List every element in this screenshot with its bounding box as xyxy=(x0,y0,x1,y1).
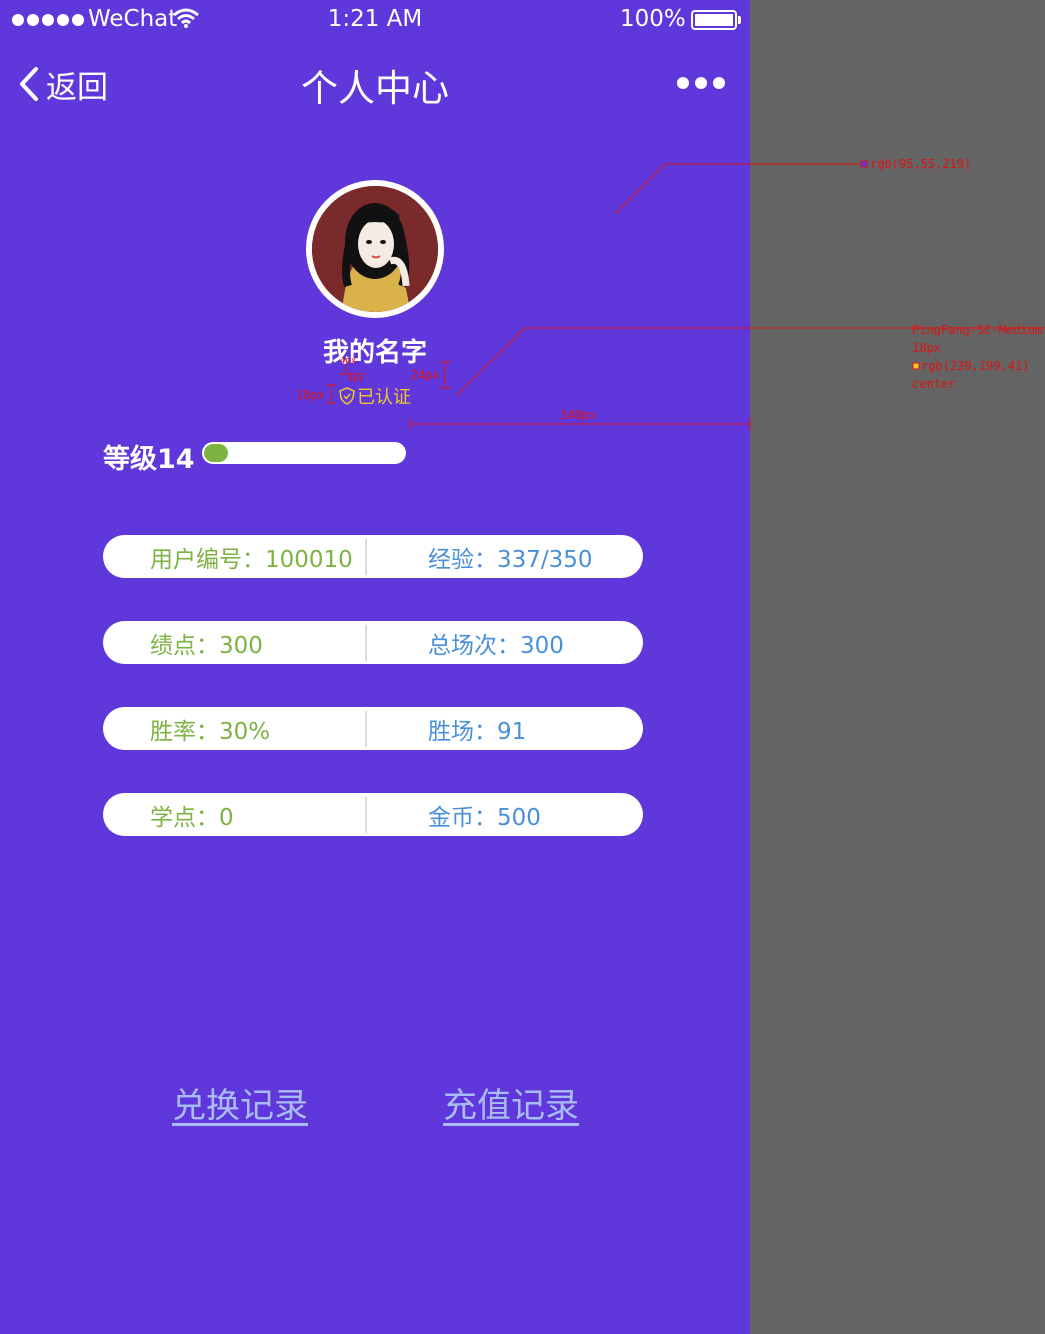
annotation-dim-gap: 24px xyxy=(411,368,440,382)
annotation-dim-small-2: 4px xyxy=(348,374,365,384)
annotation-dim-small-1: 4px xyxy=(340,356,357,366)
annotation-font-name: PingFang-SC-Medium xyxy=(912,323,1043,337)
annotation-font-align: center xyxy=(912,377,956,391)
annotation-lines xyxy=(326,160,1045,430)
annotation-font-color: rgb(239,199,41) xyxy=(921,359,1030,373)
annotation-bg-color: rgb(95,55,219) xyxy=(870,157,972,171)
annotation-dim-width: 340px xyxy=(560,408,597,422)
annotation-dim-icon: 18px xyxy=(296,388,325,402)
annotation-font-size: 18px xyxy=(912,341,941,355)
